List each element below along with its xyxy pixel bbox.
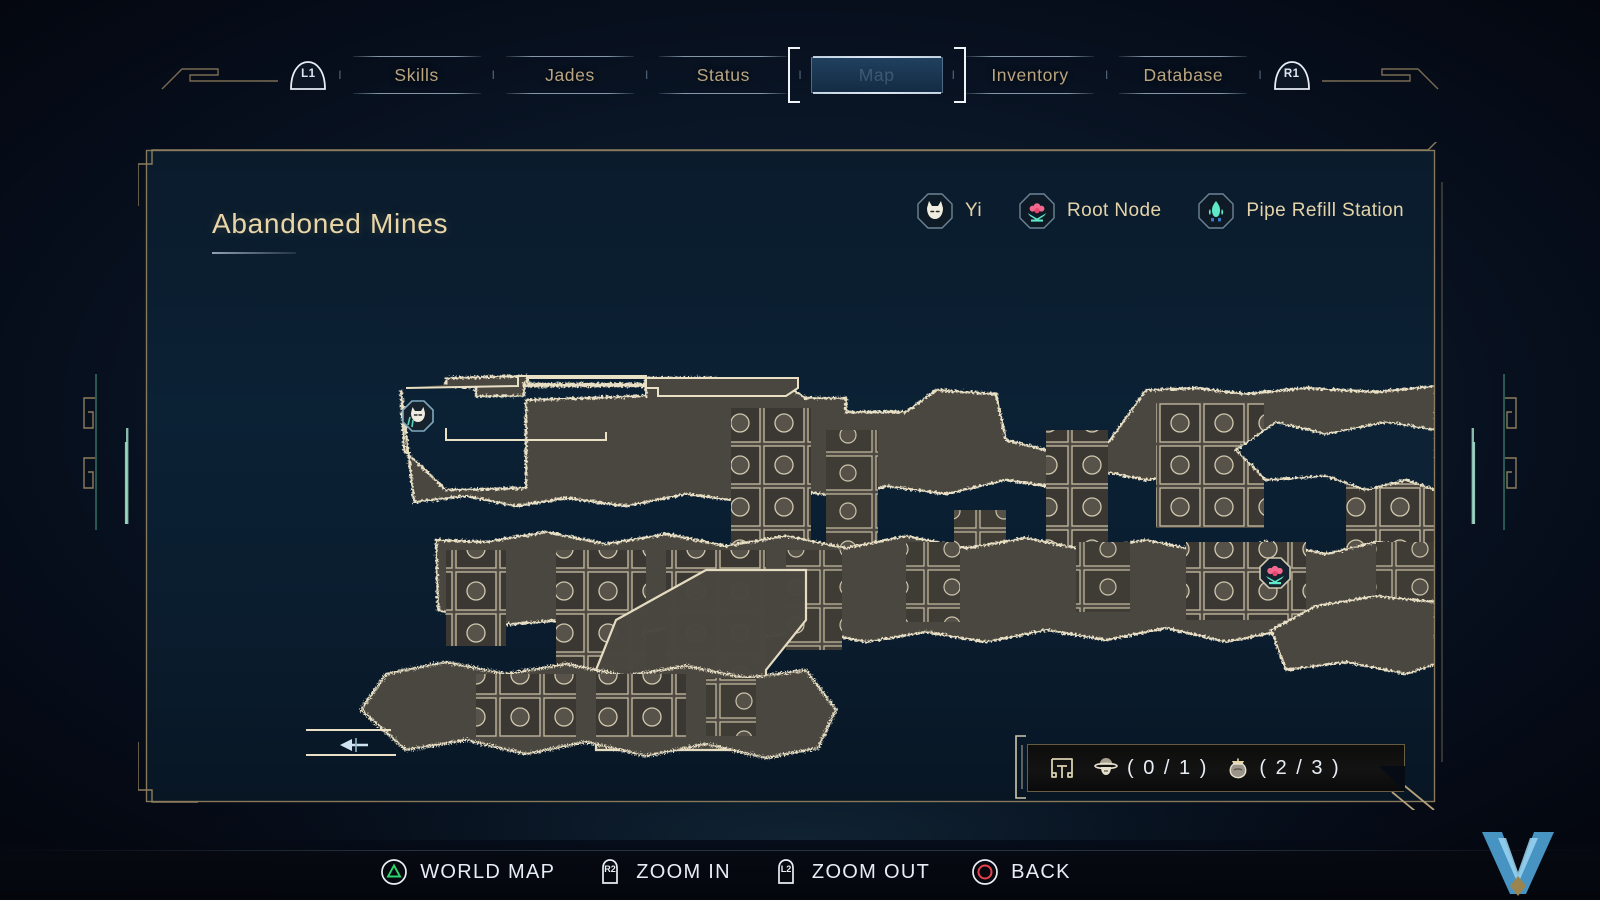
tab-label: Skills [394, 64, 439, 85]
left-accent-bar [124, 428, 132, 524]
action-zoom-in[interactable]: R2 ZOOM IN [595, 857, 731, 887]
tab-label: Inventory [991, 64, 1069, 85]
l2-trigger-icon: L2 [778, 859, 794, 884]
r2-trigger-icon: R2 [602, 859, 619, 884]
map-legend: Yi Root Node Pipe Refill Station [916, 192, 1404, 230]
tab-active-fill [810, 57, 943, 93]
tab-separator: I [491, 68, 495, 82]
tabbar-right-rail [1320, 55, 1440, 95]
hud-corner-cut [1379, 766, 1405, 792]
tab-map[interactable]: Map [787, 47, 966, 103]
tab-status[interactable]: Status [653, 53, 793, 97]
counter-value: ( 0 / 1 ) [1127, 756, 1209, 779]
action-label: WORLD MAP [420, 860, 556, 883]
title-underline [212, 252, 296, 254]
r1-bumper-label: R1 [1283, 67, 1300, 80]
pipe-flask-icon [1197, 192, 1235, 230]
tabbar-left-rail [160, 55, 280, 95]
bottom-action-bar: WORLD MAP R2 ZOOM IN L2 ZOOM OUT BACK [0, 844, 1600, 900]
tab-line-bottom [812, 92, 941, 94]
tab-line-top [352, 56, 481, 57]
action-label: ZOOM OUT [811, 860, 931, 883]
tab-label: Database [1143, 64, 1224, 85]
tab-line-bottom [659, 93, 788, 94]
tab-line-top [659, 56, 788, 57]
tab-separator: I [951, 68, 956, 82]
tab-line-top [1119, 56, 1248, 57]
left-exit-arrow-icon[interactable] [338, 735, 370, 755]
tab-line-top [505, 56, 634, 57]
legend-label: Pipe Refill Station [1246, 200, 1404, 221]
tab-skills[interactable]: Skills [347, 53, 487, 97]
tab-bracket-left [787, 47, 801, 103]
map-title-block: Abandoned Mines [212, 208, 448, 254]
right-accent-bar [1468, 428, 1476, 524]
legend-item-yi: Yi [916, 192, 982, 230]
corner-logo [1482, 832, 1554, 896]
tab-line-top [966, 56, 1095, 57]
cat-head-icon [916, 192, 954, 230]
circle-button-icon [972, 859, 998, 885]
hud-counter-lantern: ( 0 / 1 ) [1092, 754, 1208, 782]
tab-line-bottom [1119, 93, 1248, 94]
legend-item-pipe-refill-station: Pipe Refill Station [1197, 192, 1404, 230]
tab-line-top [812, 56, 941, 58]
tab-separator: I [1258, 68, 1262, 82]
lantern-hat-icon [1094, 758, 1118, 775]
tab-line-bottom [505, 93, 634, 94]
tab-separator: I [644, 68, 649, 82]
action-label: ZOOM IN [636, 860, 731, 883]
tab-separator: I [338, 68, 342, 82]
action-label: BACK [1011, 860, 1071, 883]
counter-value: ( 2 / 3 ) [1259, 756, 1341, 779]
legend-item-root-node: Root Node [1018, 192, 1161, 230]
legend-label: Root Node [1066, 200, 1162, 221]
tab-label: Status [696, 64, 750, 85]
l1-bumper-button[interactable]: L1 [286, 58, 330, 92]
action-world-map[interactable]: WORLD MAP [379, 857, 555, 887]
tab-line-bottom [352, 93, 481, 94]
tab-separator: I [1105, 68, 1109, 82]
tab-inventory[interactable]: Inventory [960, 53, 1100, 97]
svg-text:R2: R2 [605, 864, 617, 874]
tab-database[interactable]: Database [1113, 53, 1253, 97]
page-title: Abandoned Mines [212, 208, 449, 239]
svg-text:L2: L2 [781, 864, 792, 874]
map-frame-icon[interactable] [1048, 754, 1076, 782]
flower-icon [1018, 192, 1056, 230]
tab-jades[interactable]: Jades [500, 53, 640, 97]
tab-label: Jades [545, 64, 595, 85]
action-back[interactable]: BACK [970, 857, 1071, 887]
top-tab-bar: L1 I Skills I Jades I Status I Map I [0, 44, 1600, 106]
hud-counter-pouch: ( 2 / 3 ) [1224, 754, 1340, 782]
action-zoom-out[interactable]: L2 ZOOM OUT [771, 857, 930, 887]
legend-label: Yi [964, 200, 982, 221]
hud-counters-panel: ( 0 / 1 ) ( 2 / 3 ) [1027, 744, 1405, 792]
root-node-marker[interactable] [1258, 556, 1292, 590]
player-marker-yi[interactable] [401, 399, 435, 433]
action-bar-divider [0, 850, 1600, 851]
tab-line-bottom [966, 93, 1095, 94]
r1-bumper-button[interactable]: R1 [1270, 58, 1314, 92]
coin-pouch-icon [1229, 758, 1247, 779]
l1-bumper-label: L1 [301, 67, 316, 80]
triangle-button-icon [381, 859, 408, 885]
